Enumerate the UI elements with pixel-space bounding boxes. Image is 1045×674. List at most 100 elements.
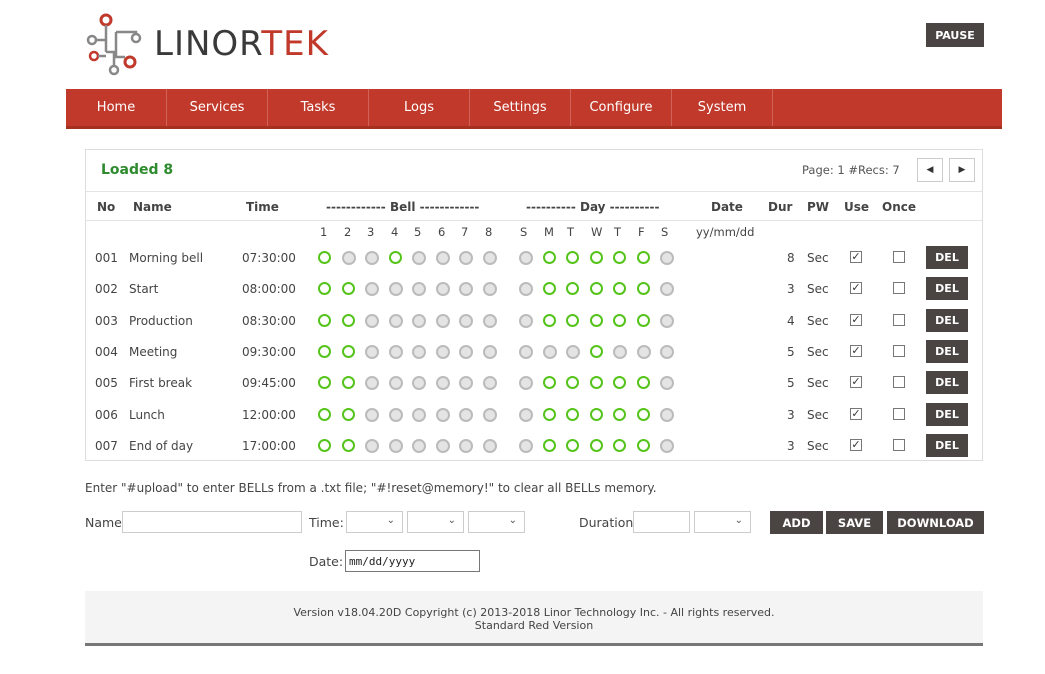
bell-7-toggle[interactable] — [459, 344, 473, 359]
use-checkbox[interactable]: ✓ — [850, 376, 862, 389]
day-toggle[interactable] — [590, 407, 603, 421]
delete-button[interactable]: DEL — [926, 277, 968, 301]
bell-8-toggle[interactable] — [483, 376, 497, 391]
day-toggle[interactable] — [566, 376, 579, 390]
bell-5-toggle[interactable] — [412, 438, 426, 453]
day-toggle[interactable] — [613, 251, 626, 264]
delete-button[interactable]: DEL — [926, 433, 968, 457]
day-toggle[interactable] — [613, 376, 626, 390]
day-toggle[interactable] — [637, 251, 650, 264]
bell-6-toggle[interactable] — [436, 251, 450, 265]
use-checkbox[interactable]: ✓ — [850, 438, 862, 451]
day-toggle[interactable] — [613, 313, 626, 327]
day-toggle[interactable] — [543, 438, 556, 452]
bell-3-toggle[interactable] — [365, 344, 379, 359]
day-toggle[interactable] — [543, 282, 556, 296]
delete-button[interactable]: DEL — [926, 246, 968, 269]
day-toggle[interactable] — [660, 407, 674, 422]
day-toggle[interactable] — [519, 313, 533, 328]
day-toggle[interactable] — [590, 251, 603, 264]
day-toggle[interactable] — [566, 282, 579, 296]
bell-8-toggle[interactable] — [483, 251, 497, 265]
day-toggle[interactable] — [660, 313, 674, 328]
bell-2-toggle[interactable] — [342, 438, 355, 452]
bell-1-toggle[interactable] — [318, 407, 331, 421]
day-toggle[interactable] — [519, 407, 533, 422]
day-toggle[interactable] — [637, 407, 650, 421]
bell-6-toggle[interactable] — [436, 376, 450, 391]
bell-6-toggle[interactable] — [436, 438, 450, 453]
bell-1-toggle[interactable] — [318, 344, 331, 358]
bell-4-toggle[interactable] — [389, 344, 403, 359]
bell-4-toggle[interactable] — [389, 282, 403, 297]
nav-logs[interactable]: Logs — [369, 89, 470, 126]
bell-7-toggle[interactable] — [459, 282, 473, 297]
day-toggle[interactable] — [637, 376, 650, 390]
day-toggle[interactable] — [519, 376, 533, 391]
bell-5-toggle[interactable] — [412, 344, 426, 359]
day-toggle[interactable] — [590, 438, 603, 452]
day-toggle[interactable] — [519, 344, 533, 359]
day-toggle[interactable] — [590, 376, 603, 390]
bell-4-toggle[interactable] — [389, 251, 402, 264]
delete-button[interactable]: DEL — [926, 371, 968, 395]
day-toggle[interactable] — [566, 438, 579, 452]
save-button[interactable]: SAVE — [826, 511, 883, 534]
once-checkbox[interactable] — [893, 407, 905, 420]
date-input[interactable]: mm/dd/yyyy — [345, 550, 480, 572]
bell-3-toggle[interactable] — [365, 282, 379, 297]
once-checkbox[interactable] — [893, 313, 905, 326]
bell-5-toggle[interactable] — [412, 407, 426, 422]
once-checkbox[interactable] — [893, 251, 905, 263]
bell-3-toggle[interactable] — [365, 313, 379, 328]
bell-8-toggle[interactable] — [483, 344, 497, 359]
day-toggle[interactable] — [543, 344, 557, 359]
day-toggle[interactable] — [543, 251, 556, 264]
day-toggle[interactable] — [566, 251, 579, 264]
use-checkbox[interactable]: ✓ — [850, 251, 862, 263]
once-checkbox[interactable] — [893, 438, 905, 451]
nav-tasks[interactable]: Tasks — [268, 89, 369, 126]
bell-2-toggle[interactable] — [342, 407, 355, 421]
bell-4-toggle[interactable] — [389, 376, 403, 391]
delete-button[interactable]: DEL — [926, 402, 968, 426]
day-toggle[interactable] — [566, 313, 579, 327]
pause-button[interactable]: PAUSE — [926, 23, 984, 47]
bell-1-toggle[interactable] — [318, 438, 331, 452]
nav-settings[interactable]: Settings — [470, 89, 571, 126]
bell-6-toggle[interactable] — [436, 282, 450, 297]
bell-7-toggle[interactable] — [459, 313, 473, 328]
time-minute-select[interactable]: ⌄ — [407, 511, 464, 533]
day-toggle[interactable] — [543, 407, 556, 421]
bell-1-toggle[interactable] — [318, 282, 331, 296]
day-toggle[interactable] — [660, 438, 674, 453]
once-checkbox[interactable] — [893, 344, 905, 357]
day-toggle[interactable] — [660, 282, 674, 297]
bell-3-toggle[interactable] — [365, 438, 379, 453]
bell-8-toggle[interactable] — [483, 282, 497, 297]
bell-2-toggle[interactable] — [342, 282, 355, 296]
bell-2-toggle[interactable] — [342, 313, 355, 327]
bell-7-toggle[interactable] — [459, 438, 473, 453]
bell-8-toggle[interactable] — [483, 438, 497, 453]
bell-5-toggle[interactable] — [412, 376, 426, 391]
nav-services[interactable]: Services — [167, 89, 268, 126]
use-checkbox[interactable]: ✓ — [850, 407, 862, 420]
use-checkbox[interactable]: ✓ — [850, 313, 862, 326]
day-toggle[interactable] — [566, 407, 579, 421]
day-toggle[interactable] — [519, 438, 533, 453]
day-toggle[interactable] — [660, 251, 674, 265]
day-toggle[interactable] — [590, 313, 603, 327]
day-toggle[interactable] — [519, 251, 533, 265]
delete-button[interactable]: DEL — [926, 339, 968, 363]
day-toggle[interactable] — [590, 344, 603, 358]
day-toggle[interactable] — [637, 438, 650, 452]
day-toggle[interactable] — [543, 376, 556, 390]
bell-7-toggle[interactable] — [459, 376, 473, 391]
nav-home[interactable]: Home — [66, 89, 167, 126]
bell-8-toggle[interactable] — [483, 407, 497, 422]
bell-6-toggle[interactable] — [436, 313, 450, 328]
use-checkbox[interactable]: ✓ — [850, 344, 862, 357]
use-checkbox[interactable]: ✓ — [850, 282, 862, 295]
day-toggle[interactable] — [637, 344, 651, 359]
